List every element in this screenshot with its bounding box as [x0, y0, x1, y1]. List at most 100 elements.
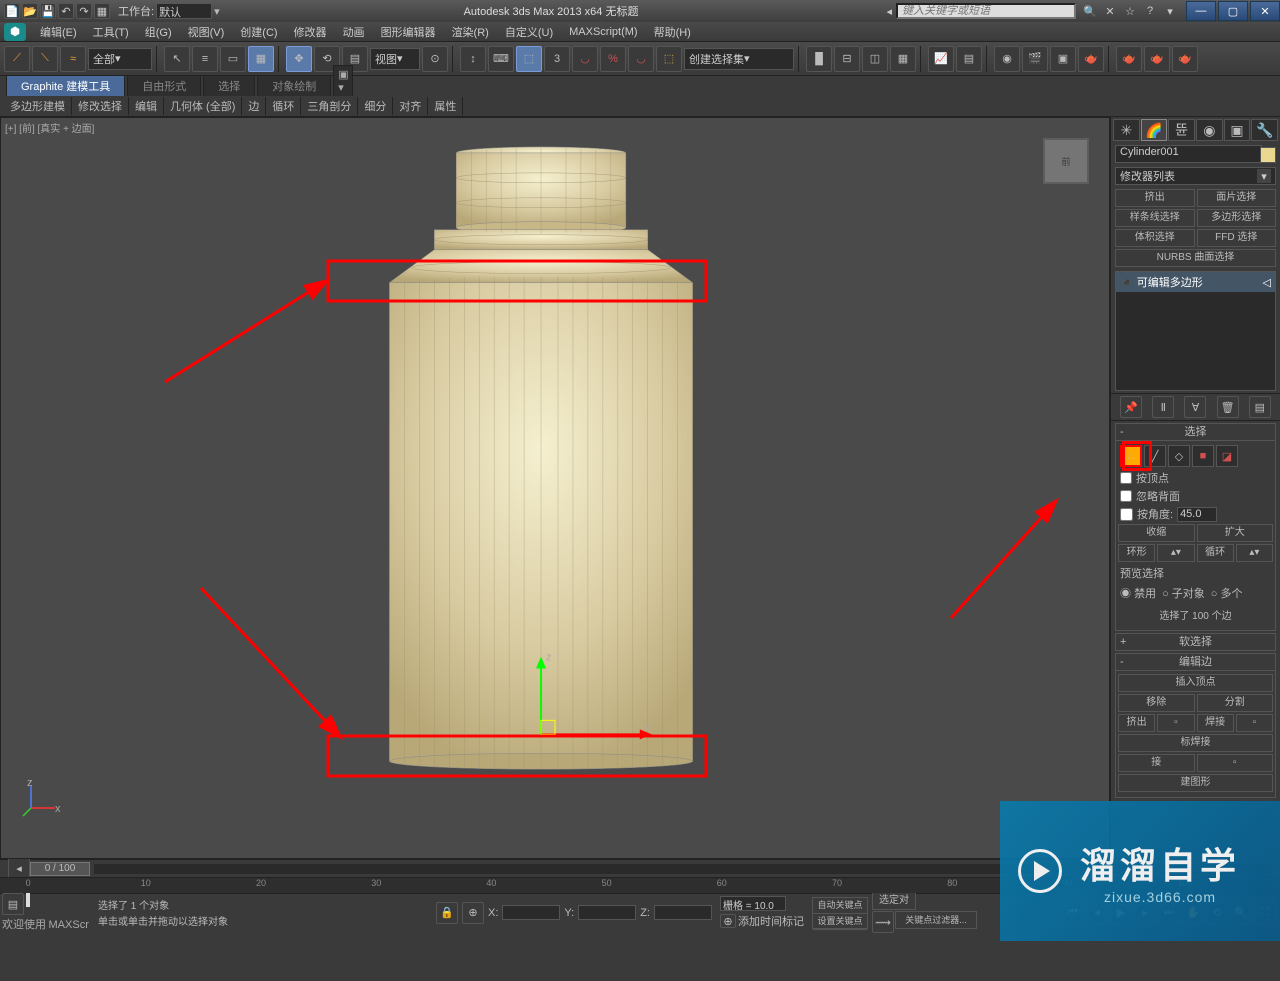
binoculars-icon[interactable]: 🔍 — [1082, 3, 1098, 19]
chk-by-angle[interactable] — [1120, 508, 1133, 521]
x-field[interactable] — [502, 905, 560, 920]
window-crossing-icon[interactable]: ▦ — [248, 46, 274, 72]
ribpanel-tri[interactable]: 三角剖分 — [301, 97, 358, 115]
menu-grapheditors[interactable]: 图形编辑器 — [373, 24, 444, 40]
select-object-icon[interactable]: ↖ — [164, 46, 190, 72]
menu-edit[interactable]: 编辑(E) — [32, 24, 85, 40]
object-color-swatch[interactable] — [1260, 147, 1276, 163]
maxscript-mini-listener[interactable] — [26, 893, 30, 907]
select-by-name-icon[interactable]: ≡ — [192, 46, 218, 72]
app-logo-icon[interactable]: ⬢ — [4, 23, 26, 41]
render-iter-icon[interactable]: 🫖 — [1144, 46, 1170, 72]
tab-create-icon[interactable]: ✳ — [1113, 119, 1140, 141]
render-setup-icon[interactable]: 🎬 — [1022, 46, 1048, 72]
curve-editor-icon[interactable]: 📈 — [928, 46, 954, 72]
subobj-vertex-icon[interactable]: ∴ — [1120, 445, 1142, 467]
abs-rel-icon[interactable]: ⊕ — [462, 902, 484, 924]
pivot-center-icon[interactable]: ⊙ — [422, 46, 448, 72]
keyboard-shortcut-icon[interactable]: ⌨ — [488, 46, 514, 72]
btn-volsel[interactable]: 体积选择 — [1115, 229, 1195, 247]
ribpanel-props[interactable]: 属性 — [428, 97, 463, 115]
align-icon[interactable]: ⊟ — [834, 46, 860, 72]
menu-maxscript[interactable]: MAXScript(M) — [561, 26, 645, 38]
object-name-field[interactable]: Cylinder001 — [1115, 145, 1262, 163]
modifier-stack[interactable]: ◾ 可编辑多边形 ◁ — [1115, 271, 1276, 391]
ribpanel-geom[interactable]: 几何体 (全部) — [164, 97, 242, 115]
btn-split-edge[interactable]: 分割 — [1197, 694, 1274, 712]
selset-combo[interactable]: 选定对 — [872, 892, 916, 910]
redo-icon[interactable]: ↷ — [76, 3, 92, 19]
btn-grow[interactable]: 扩大 — [1197, 524, 1274, 542]
add-timetag-text[interactable]: 添加时间标记 — [738, 913, 804, 929]
menu-tools[interactable]: 工具(T) — [85, 24, 137, 40]
time-tag-icon[interactable]: ⊕ — [720, 914, 736, 928]
tab-selection[interactable]: 选择 — [203, 75, 255, 96]
subobj-element-icon[interactable]: ◪ — [1216, 445, 1238, 467]
extrude-settings-button[interactable]: ▫ — [1157, 714, 1194, 732]
ribpanel-polymodel[interactable]: 多边形建模 — [4, 97, 72, 115]
configure-sets-icon[interactable]: ▤ — [1249, 396, 1271, 418]
btn-polysel[interactable]: 多边形选择 — [1197, 209, 1277, 227]
undo-icon[interactable]: ↶ — [58, 3, 74, 19]
manipulate-icon[interactable]: ↕ — [460, 46, 486, 72]
menu-group[interactable]: 组(G) — [137, 24, 180, 40]
chevron-left-icon[interactable]: ◂ — [882, 5, 896, 18]
ribpanel-edges[interactable]: 边 — [242, 97, 266, 115]
btn-weld-edge[interactable]: 焊接 — [1197, 714, 1234, 732]
select-move-icon[interactable]: ✥ — [286, 46, 312, 72]
help-icon[interactable]: ? — [1142, 3, 1158, 19]
favorite-icon[interactable]: ☆ — [1122, 3, 1138, 19]
select-link-icon[interactable]: ⟋ — [4, 46, 30, 72]
maximize-button[interactable]: ▢ — [1218, 1, 1248, 21]
btn-shrink[interactable]: 收缩 — [1118, 524, 1195, 542]
btn-remove-edge[interactable]: 移除 — [1118, 694, 1195, 712]
chevron-down-icon[interactable]: ▾ — [1162, 3, 1178, 19]
ribpanel-subdiv[interactable]: 细分 — [358, 97, 393, 115]
menu-rendering[interactable]: 渲染(R) — [444, 24, 497, 40]
ribpanel-modsel[interactable]: 修改选择 — [72, 97, 129, 115]
menu-modifiers[interactable]: 修改器 — [286, 24, 335, 40]
tab-modify-icon[interactable]: 🌈 — [1141, 119, 1168, 141]
btn-splinesel[interactable]: 样条线选择 — [1115, 209, 1195, 227]
mini-listener-icon[interactable]: ▤ — [2, 893, 24, 915]
z-field[interactable] — [654, 905, 712, 920]
ring-spinner[interactable]: ▴▾ — [1157, 544, 1194, 562]
viewcube[interactable]: 前 — [1043, 138, 1089, 184]
ribpanel-align[interactable]: 对齐 — [393, 97, 428, 115]
render-frame-icon[interactable]: ▣ — [1050, 46, 1076, 72]
workspace-combo[interactable]: 默认 — [156, 3, 212, 19]
snap-toggle-icon[interactable]: ⬚ — [516, 46, 542, 72]
ribpanel-loops[interactable]: 循环 — [266, 97, 301, 115]
schematic-view-icon[interactable]: ▤ — [956, 46, 982, 72]
make-unique-icon[interactable]: ∀ — [1184, 396, 1206, 418]
btn-extrude-edge[interactable]: 挤出 — [1118, 714, 1155, 732]
edge-face-icon[interactable]: ◡ — [628, 46, 654, 72]
selection-filter-combo[interactable]: 全部 ▾ — [88, 48, 152, 70]
loop-spinner[interactable]: ▴▾ — [1236, 544, 1273, 562]
remove-mod-icon[interactable]: 🗑 — [1217, 396, 1239, 418]
render-last-icon[interactable]: 🫖 — [1116, 46, 1142, 72]
show-result-icon[interactable]: Ⅱ — [1152, 396, 1174, 418]
time-slider-thumb[interactable]: 0 / 100 — [30, 862, 90, 876]
menu-views[interactable]: 视图(V) — [180, 24, 233, 40]
render-production-icon[interactable]: 🫖 — [1078, 46, 1104, 72]
ribbon-expand-button[interactable]: ▣ ▾ — [333, 65, 353, 96]
save-file-icon[interactable]: 💾 — [40, 3, 56, 19]
btn-insert-vertex[interactable]: 插入顶点 — [1118, 674, 1273, 692]
radio-multi[interactable]: ○ 多个 — [1211, 585, 1243, 601]
minimize-button[interactable]: — — [1186, 1, 1216, 21]
unlink-icon[interactable]: ⟍ — [32, 46, 58, 72]
named-selset-combo[interactable]: 创建选择集 ▾ — [684, 48, 794, 70]
btn-create-shape[interactable]: 建图形 — [1118, 774, 1273, 792]
menu-create[interactable]: 创建(C) — [232, 24, 285, 40]
tab-display-icon[interactable]: ▣ — [1224, 119, 1251, 141]
open-file-icon[interactable]: 📂 — [22, 3, 38, 19]
rollout-softsel-header[interactable]: +软选择 — [1115, 633, 1276, 651]
y-field[interactable] — [578, 905, 636, 920]
project-icon[interactable]: ▦ — [94, 3, 110, 19]
layer-manager-icon[interactable]: ◫ — [862, 46, 888, 72]
setkey-button[interactable]: 设置关键点 — [813, 914, 867, 930]
menu-animation[interactable]: 动画 — [335, 24, 373, 40]
new-file-icon[interactable]: 📄 — [4, 3, 20, 19]
bind-spacewarp-icon[interactable]: ≈ — [60, 46, 86, 72]
